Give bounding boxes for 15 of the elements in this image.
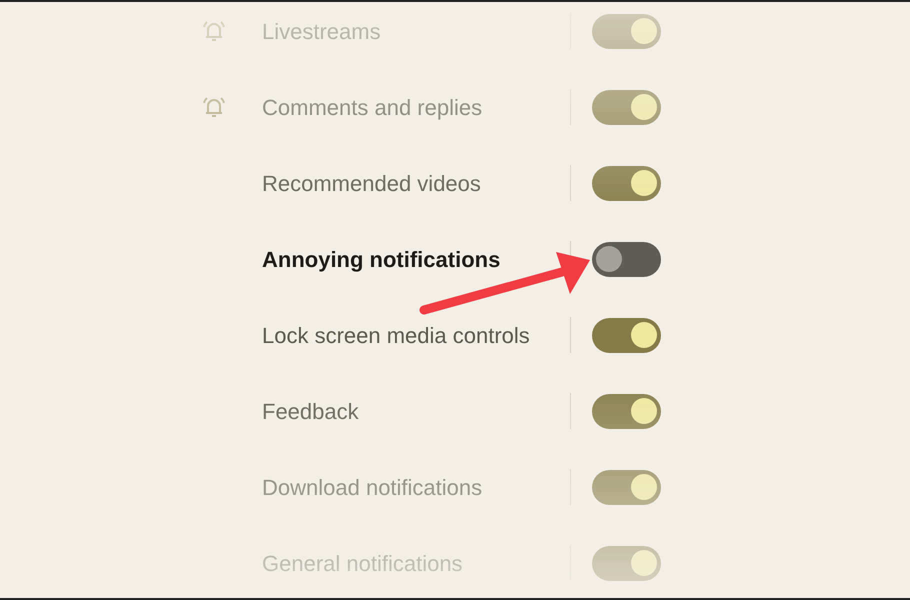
toggle-switch[interactable] <box>592 546 661 580</box>
toggle-switch[interactable] <box>592 470 661 504</box>
toggle-switch[interactable] <box>592 166 661 200</box>
toggle-switch[interactable] <box>592 318 661 352</box>
toggle-switch[interactable] <box>592 14 661 48</box>
toggle-switch[interactable] <box>592 242 661 276</box>
setting-label: Lock screen media controls <box>262 322 531 350</box>
setting-label: Comments and replies <box>262 94 484 122</box>
setting-label: Recommended videos <box>262 170 482 198</box>
setting-label: Feedback <box>262 398 360 426</box>
toggle-switch[interactable] <box>592 394 661 428</box>
setting-label: Livestreams <box>262 18 382 46</box>
setting-label: Annoying notifications <box>262 246 502 274</box>
toggle-switch[interactable] <box>592 90 661 124</box>
setting-label: Download notifications <box>262 474 484 502</box>
